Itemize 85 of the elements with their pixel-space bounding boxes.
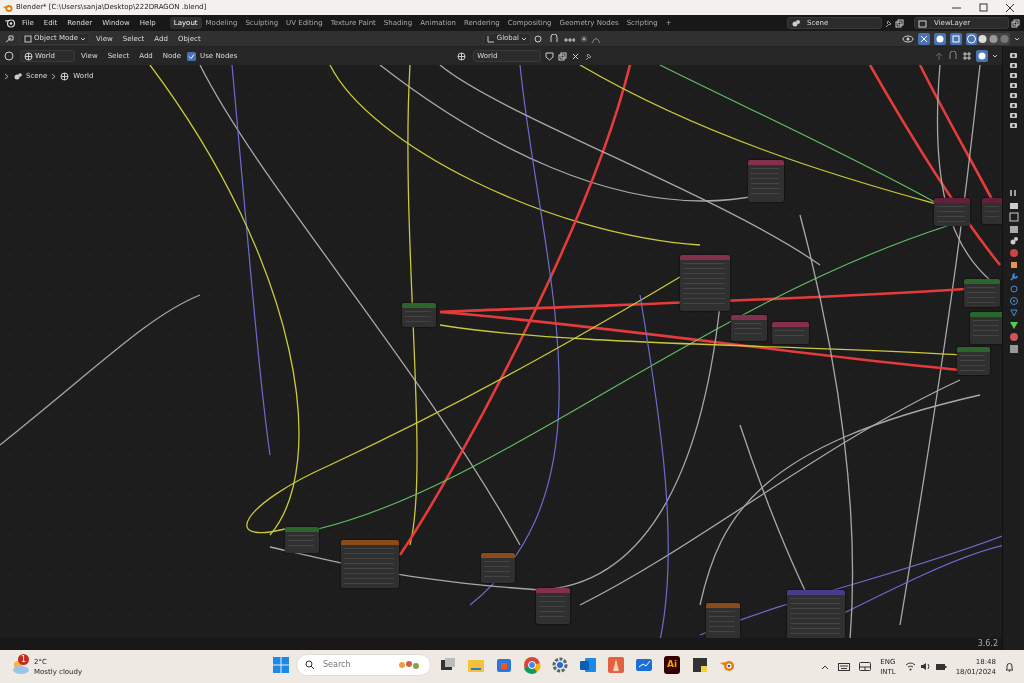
globe-icon: [24, 51, 33, 61]
checkbox[interactable]: [187, 51, 197, 61]
view-layer-icon[interactable]: [1008, 224, 1019, 234]
axes-icon: [486, 34, 495, 43]
world-icon[interactable]: [1008, 248, 1019, 258]
duplicate-icon[interactable]: [558, 51, 568, 61]
shading-buttons-icon[interactable]: [966, 32, 1010, 45]
search-icon: [305, 660, 315, 670]
volume-icon[interactable]: [919, 662, 931, 671]
scene-icon: [791, 18, 801, 28]
caret-icon[interactable]: [992, 53, 998, 59]
notification-count: 1: [18, 654, 29, 665]
scene-icon: [13, 71, 22, 81]
camera-icon[interactable]: [1009, 101, 1018, 109]
node-drawing: [964, 279, 1000, 307]
node-drawing: [536, 588, 570, 624]
bell-icon[interactable]: [1005, 661, 1014, 672]
sketch-app-icon[interactable]: [606, 655, 626, 675]
object-icon[interactable]: [1008, 260, 1019, 270]
material-icon[interactable]: [1008, 332, 1019, 342]
node-drawing: [748, 160, 784, 202]
node-drawing: [731, 315, 767, 341]
camera-icon[interactable]: [1009, 121, 1018, 129]
fake-user-icon[interactable]: [545, 51, 555, 61]
blender-logo-icon: [3, 2, 13, 13]
node-drawing: [402, 303, 436, 327]
globe-icon: [60, 71, 70, 81]
illustrator-icon[interactable]: Ai: [663, 656, 681, 674]
scene-icon[interactable]: [1008, 236, 1019, 246]
chevron-up-icon[interactable]: [821, 663, 830, 670]
chevron-icon: [4, 72, 9, 80]
camera-icon[interactable]: [1009, 81, 1018, 89]
node-drawing: [957, 347, 990, 375]
node-drawing: [970, 312, 1002, 344]
parent-node-icon[interactable]: [934, 51, 944, 61]
snap-icon[interactable]: [948, 51, 958, 61]
node-drawing: [934, 198, 970, 226]
search-box[interactable]: Search: [296, 654, 431, 676]
duplicate-icon[interactable]: [895, 18, 904, 28]
data-icon[interactable]: [1008, 320, 1019, 330]
windows-start-icon[interactable]: [272, 656, 290, 674]
object-mode-icon: [24, 34, 32, 43]
overlay-icon[interactable]: [934, 32, 946, 45]
camera-icon[interactable]: [1009, 91, 1018, 99]
node-drawing: [982, 198, 1002, 224]
search-field[interactable]: Search: [321, 658, 391, 672]
overlay-icon[interactable]: [976, 50, 988, 62]
node-drawing: [706, 603, 740, 638]
touchpad-icon[interactable]: [859, 662, 872, 671]
blender-logo-icon[interactable]: [4, 17, 16, 29]
particles-icon[interactable]: [1008, 284, 1019, 294]
pin-icon[interactable]: [584, 51, 594, 61]
camera-icon[interactable]: [1009, 51, 1018, 59]
wrench-icon[interactable]: [1008, 272, 1019, 282]
node-drawing: [341, 540, 399, 588]
caret-icon[interactable]: [1014, 35, 1020, 42]
camera-icon[interactable]: [1009, 61, 1018, 69]
chrome-icon[interactable]: [522, 655, 542, 675]
physics-icon[interactable]: [1008, 296, 1019, 306]
settings-icon[interactable]: [550, 655, 570, 675]
node-drawing: [285, 527, 319, 553]
version-label: 3.6.2: [977, 638, 998, 650]
caret-icon: [80, 35, 87, 42]
wifi-icon[interactable]: [904, 662, 916, 671]
node-drawing: [772, 322, 809, 344]
camera-icon[interactable]: [1009, 111, 1018, 119]
sticky-notes-icon[interactable]: [690, 655, 710, 675]
gizmo-icon[interactable]: [918, 32, 930, 45]
constraint-icon[interactable]: [1008, 308, 1019, 318]
node-drawing: [680, 255, 730, 311]
node-drawing: [787, 590, 845, 638]
xray-icon[interactable]: [950, 32, 962, 45]
proportional-edit-icon[interactable]: [579, 33, 590, 44]
camera-icon[interactable]: [1009, 71, 1018, 79]
keyboard-icon[interactable]: [838, 662, 851, 671]
chevron-icon: [51, 72, 57, 80]
caret-icon: [521, 35, 528, 42]
duplicate-icon[interactable]: [1011, 18, 1020, 28]
battery-icon[interactable]: [934, 662, 947, 671]
outlook-icon[interactable]: [578, 655, 598, 675]
pin-icon[interactable]: [884, 18, 893, 28]
close-icon[interactable]: [571, 51, 581, 61]
visibility-icon[interactable]: [902, 33, 914, 44]
node-drawing: [481, 553, 515, 583]
grid-snap-icon[interactable]: [962, 51, 972, 61]
